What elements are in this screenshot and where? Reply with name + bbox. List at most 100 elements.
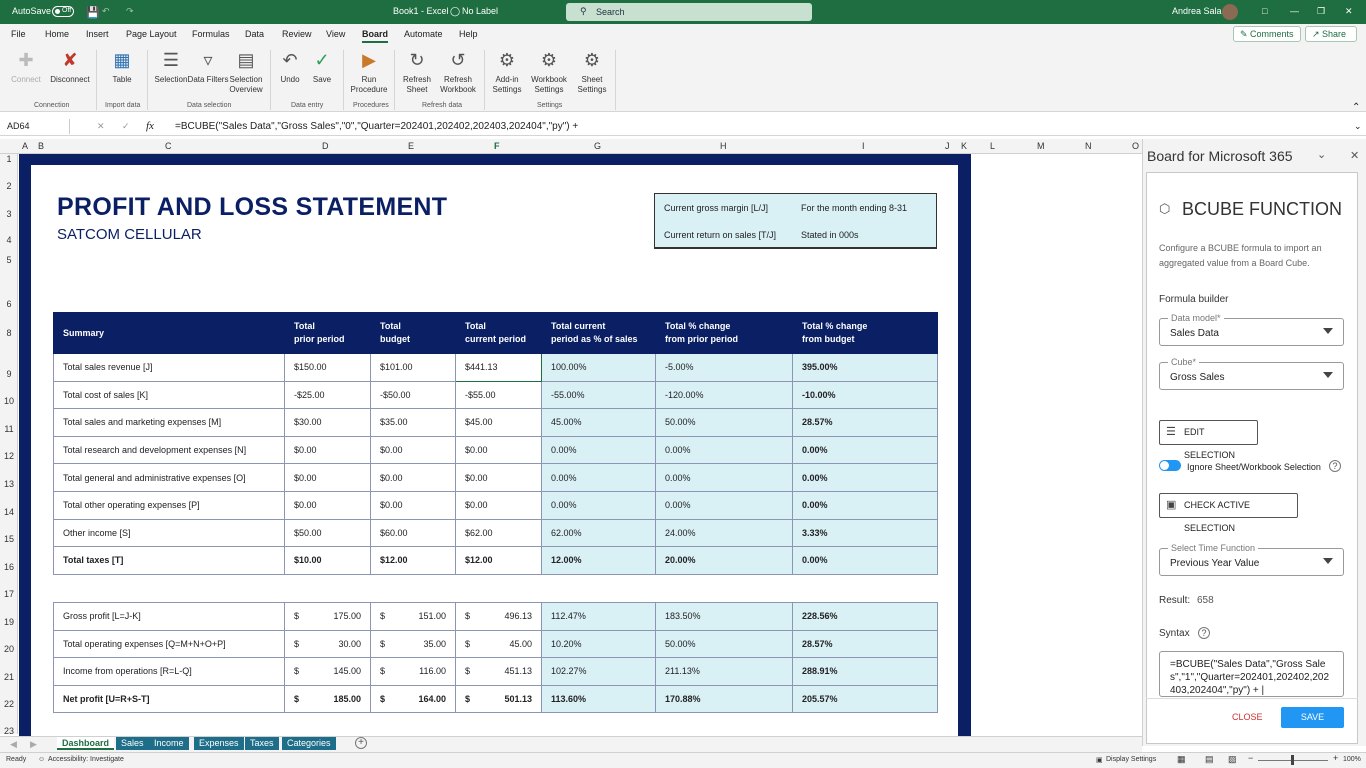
add-sheet-icon[interactable]: + [355,737,367,749]
row-19[interactable]: 19 [0,617,18,627]
currency-cell[interactable]: $185.00 [284,684,371,713]
value-cell[interactable]: $45.00 [455,408,542,437]
row-label-cell[interactable]: Other income [S] [53,518,285,548]
value-cell[interactable]: 0.00% [655,463,793,492]
value-cell[interactable]: 0.00% [541,490,656,520]
row-9[interactable]: 9 [0,369,18,379]
connect-button[interactable]: ✚ Connect [4,48,48,85]
row-20[interactable]: 20 [0,644,18,654]
value-cell[interactable]: $0.00 [370,490,456,520]
row-label-cell[interactable]: Total operating expenses [Q=M+N+O+P] [53,629,285,658]
value-cell[interactable]: 112.47% [541,602,656,631]
row-label-cell[interactable]: Total other operating expenses [P] [53,490,285,520]
value-cell[interactable]: 24.00% [655,518,793,548]
value-cell[interactable]: 102.27% [541,657,656,686]
value-cell[interactable]: 113.60% [541,684,656,713]
menu-insert[interactable]: Insert [86,29,109,39]
value-cell[interactable]: $12.00 [370,546,456,575]
save-button[interactable]: ✓ Save [300,48,344,85]
pane-menu-chevron-icon[interactable]: ⌄ [1317,148,1326,161]
col-b[interactable]: B [38,141,44,151]
sensitivity-label[interactable]: No Label [462,6,498,16]
page-layout-view-icon[interactable]: ▤ [1205,754,1214,765]
value-cell[interactable]: -55.00% [541,380,656,410]
value-cell[interactable]: 170.88% [655,684,793,713]
column-header[interactable]: Summary [53,312,285,354]
value-cell[interactable]: 0.00% [541,435,656,465]
currency-cell[interactable]: $45.00 [455,629,542,658]
col-n[interactable]: N [1085,141,1092,151]
value-cell[interactable]: $0.00 [455,490,542,520]
close-window-icon[interactable]: ✕ [1345,6,1353,17]
value-cell[interactable]: $101.00 [370,353,456,382]
column-header[interactable]: Total prior period [284,312,371,354]
column-header[interactable]: Total % change from budget [792,312,938,354]
tab-taxes[interactable]: Taxes [245,737,279,750]
column-header[interactable]: Total budget [370,312,456,354]
currency-cell[interactable]: $164.00 [370,684,456,713]
value-cell[interactable]: 50.00% [655,408,793,437]
row-label-cell[interactable]: Gross profit [L=J-K] [53,602,285,631]
value-cell[interactable]: $60.00 [370,518,456,548]
menu-board[interactable]: Board [362,29,389,43]
restore-icon[interactable]: ❐ [1317,6,1325,17]
search-box[interactable]: ⚲ Search [566,3,812,21]
currency-cell[interactable]: $175.00 [284,602,371,631]
close-button[interactable]: CLOSE [1232,712,1263,722]
col-g[interactable]: G [594,141,601,151]
normal-view-icon[interactable]: ▦ [1177,754,1186,765]
refresh-workbook-button[interactable]: ↺ Refresh Workbook [436,48,480,95]
next-sheet-icon[interactable]: ▶ [30,739,37,750]
value-cell[interactable]: -5.00% [655,353,793,382]
row-label-cell[interactable]: Income from operations [R=L-Q] [53,657,285,686]
zoom-level[interactable]: 100% [1343,756,1361,763]
time-function-select[interactable]: Select Time Function Previous Year Value [1159,543,1344,576]
value-cell[interactable]: 211.13% [655,657,793,686]
sheet-settings-button[interactable]: ⚙ Sheet Settings [570,48,614,95]
currency-cell[interactable]: $116.00 [370,657,456,686]
value-cell[interactable]: 28.57% [792,408,938,437]
row-15[interactable]: 15 [0,534,18,544]
help-icon[interactable]: ? [1198,627,1210,639]
function-icon[interactable]: fx [146,120,154,132]
data-model-select[interactable]: Data model* Sales Data [1159,313,1344,346]
row-label-cell[interactable]: Net profit [U=R+S-T] [53,684,285,713]
value-cell[interactable]: 0.00% [792,435,938,465]
row-12[interactable]: 12 [0,451,18,461]
share-button[interactable]: ↗ Share [1305,26,1357,42]
prev-sheet-icon[interactable]: ◀ [10,739,17,750]
row-22[interactable]: 22 [0,699,18,709]
value-cell[interactable]: 28.57% [792,629,938,658]
value-cell[interactable]: 205.57% [792,684,938,713]
value-cell[interactable]: $150.00 [284,353,371,382]
run-procedure-button[interactable]: ▶ Run Procedure [347,48,391,95]
value-cell[interactable]: -10.00% [792,380,938,410]
value-cell[interactable]: $50.00 [284,518,371,548]
value-cell[interactable]: 395.00% [792,353,938,382]
units-label[interactable]: Stated in 000s [801,230,859,240]
user-name[interactable]: Andrea Sala [1172,6,1222,16]
col-m[interactable]: M [1037,141,1045,151]
col-a[interactable]: A [22,141,28,151]
gross-margin-label[interactable]: Current gross margin [L/J] [664,203,768,213]
col-l[interactable]: L [990,141,995,151]
row-2[interactable]: 2 [0,181,18,191]
value-cell[interactable]: 50.00% [655,629,793,658]
row-1[interactable]: 1 [0,154,18,164]
row-13[interactable]: 13 [0,479,18,489]
cube-select[interactable]: Cube* Gross Sales [1159,357,1344,390]
pane-close-icon[interactable]: ✕ [1350,149,1359,162]
value-cell[interactable]: $12.00 [455,546,542,575]
minimize-icon[interactable]: — [1290,6,1299,16]
value-cell[interactable]: -$55.00 [455,380,542,410]
name-box[interactable]: AD64 [4,119,70,134]
workbook-settings-button[interactable]: ⚙ Workbook Settings [527,48,571,95]
menu-file[interactable]: File [11,29,26,39]
zoom-slider-thumb[interactable] [1291,755,1294,765]
undo-icon[interactable]: ↶ [102,6,110,17]
value-cell[interactable]: -120.00% [655,380,793,410]
value-cell[interactable]: $0.00 [455,435,542,465]
value-cell[interactable]: $441.13 [455,353,542,382]
edit-selection-button[interactable]: ☰ EDIT SELECTION [1159,420,1258,460]
table-button[interactable]: ▦ Table [100,48,144,85]
